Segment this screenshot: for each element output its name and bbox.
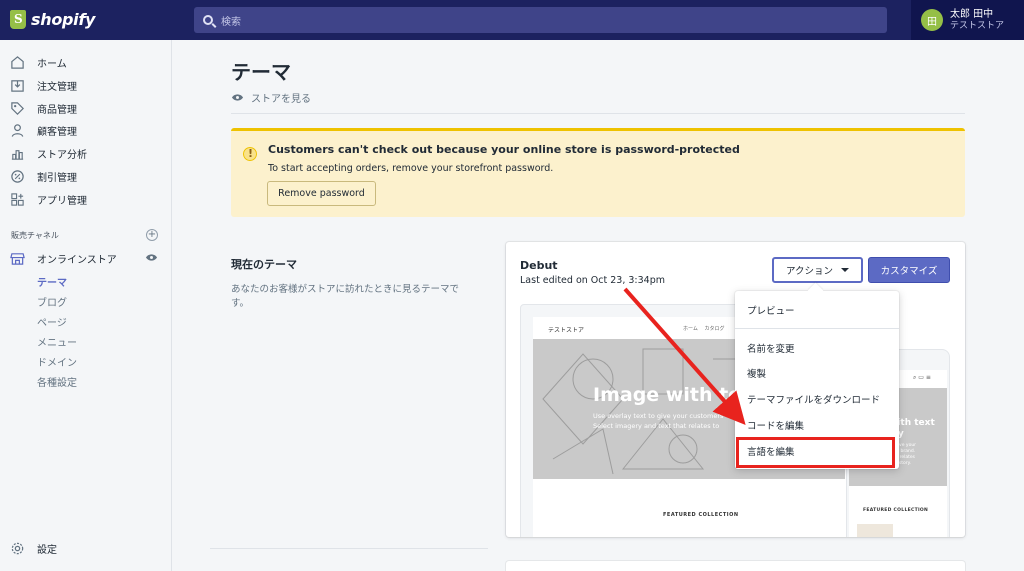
mobile-featured-label: FEATURED COLLECTION xyxy=(863,508,929,513)
sidebar-item-orders[interactable]: 注文管理 xyxy=(10,76,77,94)
menu-item-download-theme[interactable]: テーマファイルをダウンロード xyxy=(747,392,880,406)
highlight-box xyxy=(736,437,895,468)
top-bar: shopify 検索 田 太郎 田中 テストストア xyxy=(0,0,1024,40)
current-theme-description: あなたのお客様がストアに訪れたときに見るテーマです。 xyxy=(231,284,460,309)
sales-channels-label: 販売チャネル xyxy=(11,231,59,240)
password-warning-banner: Customers can't check out because your o… xyxy=(231,128,965,217)
sidebar-subitem-preferences[interactable]: 各種設定 xyxy=(37,374,77,389)
sidebar-item-home[interactable]: ホーム xyxy=(10,53,67,71)
current-theme-title: 現在のテーマ xyxy=(231,258,297,271)
search-icon xyxy=(203,15,213,25)
theme-name: Debut xyxy=(520,259,558,272)
apps-icon xyxy=(10,192,25,207)
preview-featured-label: FEATURED COLLECTION xyxy=(663,512,739,518)
shopify-logo[interactable]: shopify xyxy=(10,10,95,29)
caret-down-icon xyxy=(841,268,850,272)
logo-text: shopify xyxy=(31,10,96,29)
sidebar-item-label: オンラインストア xyxy=(37,254,117,266)
sidebar-item-discounts[interactable]: 割引管理 xyxy=(10,167,77,185)
sidebar-item-label: 設定 xyxy=(37,544,57,556)
sidebar-subitem-menus[interactable]: メニュー xyxy=(37,334,77,349)
person-icon xyxy=(10,123,25,138)
view-store-link[interactable]: ストアを見る xyxy=(231,90,311,105)
sidebar-subitem-blog[interactable]: ブログ xyxy=(37,294,67,309)
store-icon xyxy=(10,251,25,266)
menu-item-preview[interactable]: プレビュー xyxy=(747,303,795,317)
menu-item-rename[interactable]: 名前を変更 xyxy=(747,341,795,355)
gear-icon xyxy=(10,541,25,556)
mobile-product-image xyxy=(857,524,893,537)
user-menu[interactable]: 田 太郎 田中 テストストア xyxy=(911,0,1024,40)
sidebar-subitem-domains[interactable]: ドメイン xyxy=(37,354,77,369)
user-store: テストストア xyxy=(950,20,1005,31)
sidebar-item-label: アプリ管理 xyxy=(37,195,87,207)
next-card xyxy=(506,561,965,571)
eye-icon[interactable] xyxy=(145,253,158,262)
sidebar-item-online-store[interactable]: オンラインストア xyxy=(10,249,117,267)
sidebar-item-analytics[interactable]: ストア分析 xyxy=(10,144,87,162)
orders-icon xyxy=(10,78,25,93)
user-name: 太郎 田中 xyxy=(950,8,994,20)
sidebar-item-customers[interactable]: 顧客管理 xyxy=(10,121,77,139)
preview-hero-line: Select imagery and text that relates to xyxy=(593,422,720,430)
preview-store-name: テストストア xyxy=(548,327,585,334)
banner-title: Customers can't check out because your o… xyxy=(268,143,740,156)
menu-item-edit-code[interactable]: コードを編集 xyxy=(747,418,804,432)
add-channel-icon[interactable]: + xyxy=(146,229,158,241)
preview-hero-subtitle: Use overlay text to give your customers … xyxy=(593,411,723,431)
discount-icon xyxy=(10,169,25,184)
sidebar-item-products[interactable]: 商品管理 xyxy=(10,99,77,117)
home-icon xyxy=(10,55,25,70)
sidebar-item-label: ストア分析 xyxy=(37,149,87,161)
actions-label: アクション xyxy=(785,266,834,277)
sidebar-subitem-pages[interactable]: ページ xyxy=(37,314,67,329)
sidebar-item-settings[interactable]: 設定 xyxy=(10,539,57,557)
theme-last-edited: Last edited on Oct 23, 3:34pm xyxy=(520,275,665,286)
customize-button[interactable]: カスタマイズ xyxy=(868,257,950,283)
sidebar-item-apps[interactable]: アプリ管理 xyxy=(10,190,87,208)
page-title: テーマ xyxy=(231,60,291,84)
sidebar-item-label: 商品管理 xyxy=(37,104,77,116)
warning-icon xyxy=(241,145,259,163)
view-store-label: ストアを見る xyxy=(251,94,311,105)
sidebar-subitem-themes[interactable]: テーマ xyxy=(37,274,67,289)
actions-dropdown-button[interactable]: アクション xyxy=(772,257,863,283)
sidebar: ホーム 注文管理 商品管理 顧客管理 ストア分析 割引管理 アプリ管理 販売チャ… xyxy=(0,40,172,571)
tag-icon xyxy=(10,101,25,116)
preview-nav: ホーム カタログ xyxy=(683,326,725,332)
eye-icon xyxy=(231,94,244,101)
divider xyxy=(210,548,488,549)
sidebar-item-label: 注文管理 xyxy=(37,81,77,93)
search-input[interactable]: 検索 xyxy=(194,7,887,33)
sidebar-item-label: 顧客管理 xyxy=(37,126,77,138)
shopify-bag-icon xyxy=(10,10,26,29)
menu-item-duplicate[interactable]: 複製 xyxy=(747,366,766,380)
avatar: 田 xyxy=(921,9,943,31)
menu-divider xyxy=(735,328,899,329)
mobile-header-icons: ⌕ ▭ ≡ xyxy=(913,374,931,381)
banner-text: To start accepting orders, remove your s… xyxy=(268,163,554,174)
preview-hero-line: Use overlay text to give your customers xyxy=(593,412,724,420)
remove-password-button[interactable]: Remove password xyxy=(267,181,376,206)
analytics-icon xyxy=(10,146,25,161)
divider xyxy=(231,113,965,114)
sidebar-item-label: 割引管理 xyxy=(37,172,77,184)
search-placeholder: 検索 xyxy=(221,16,241,28)
sidebar-item-label: ホーム xyxy=(37,58,67,70)
